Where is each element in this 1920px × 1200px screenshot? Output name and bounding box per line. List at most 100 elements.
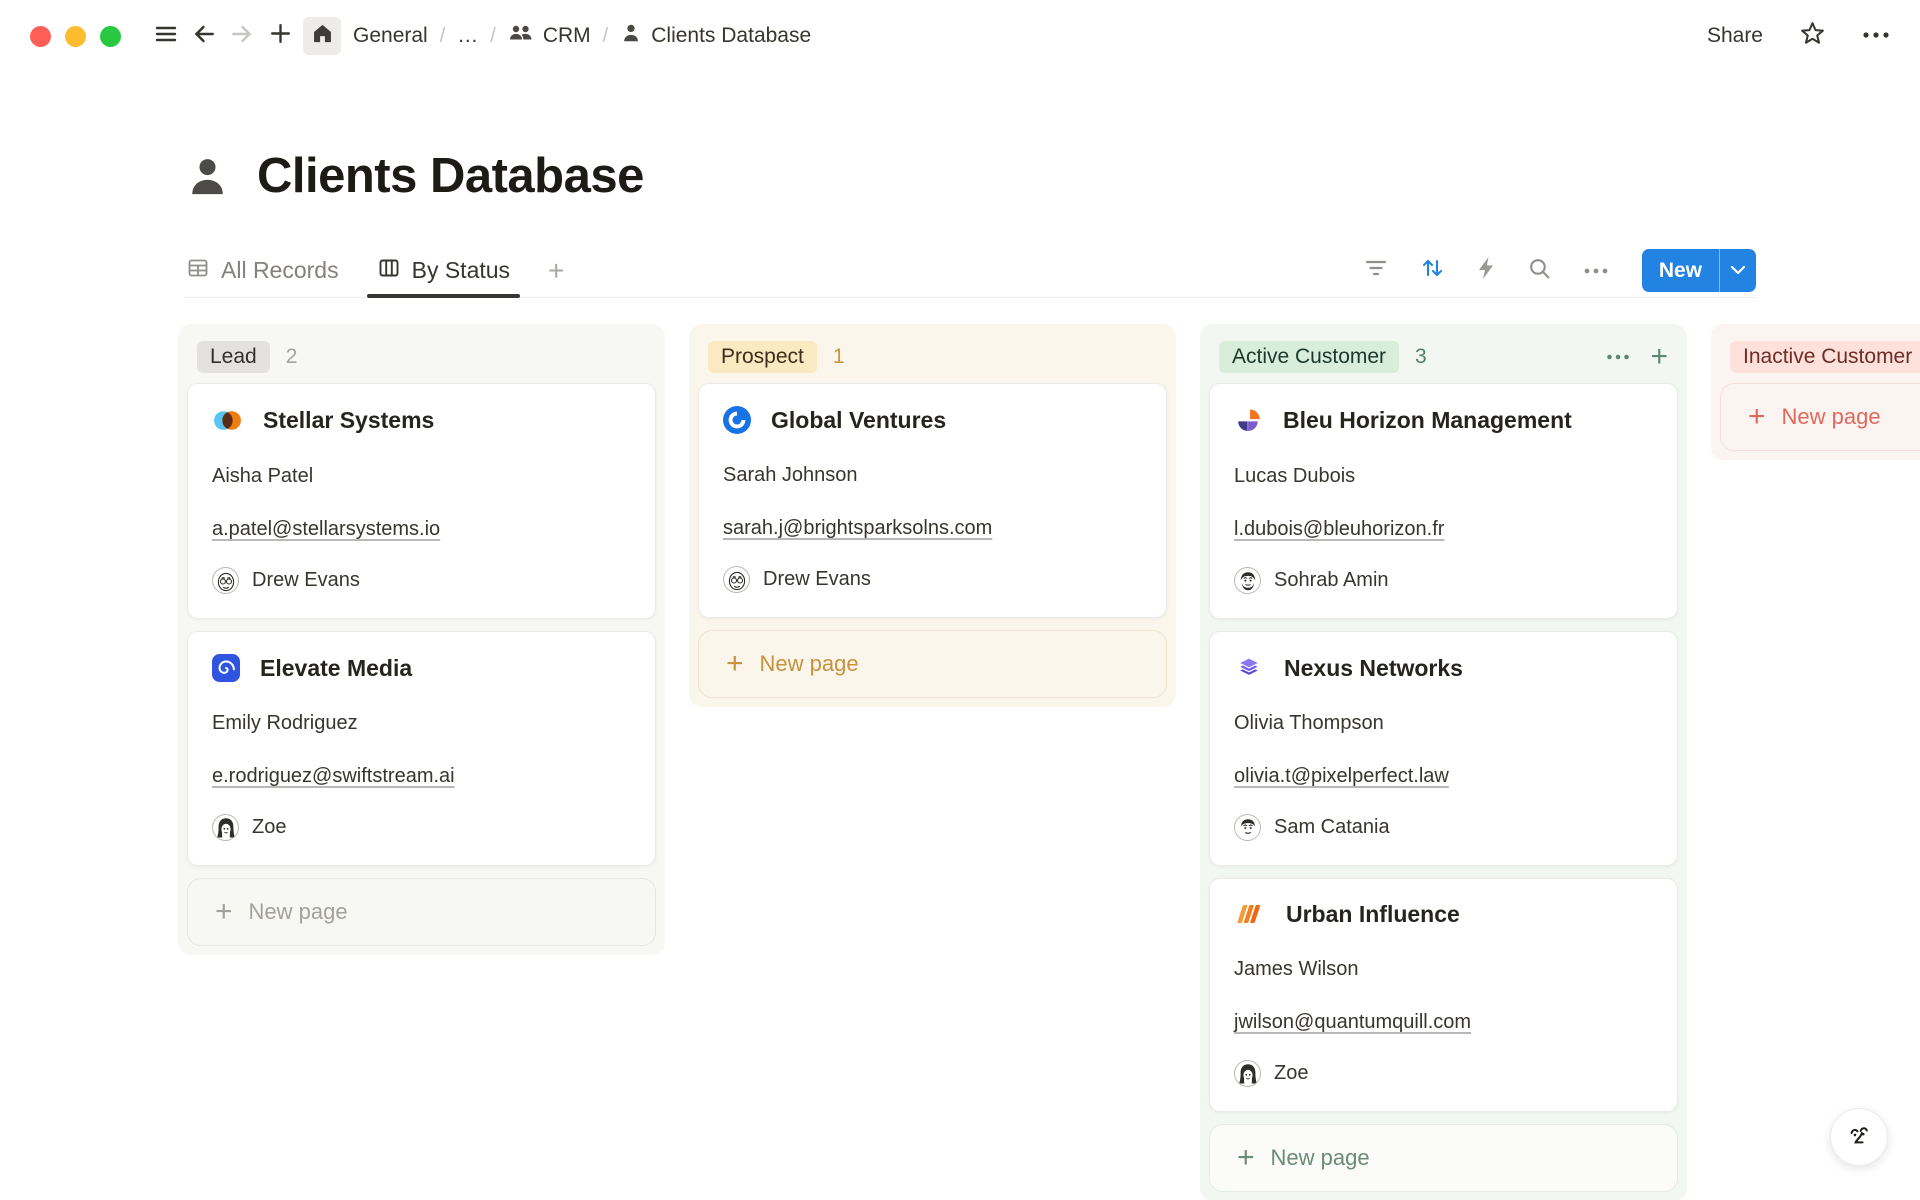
card-owner: Drew Evans: [212, 567, 631, 594]
tab-by-status[interactable]: By Status: [375, 244, 512, 297]
view-options-button[interactable]: [1583, 262, 1609, 280]
column-count: 2: [286, 345, 298, 369]
chevron-down-icon: [1730, 262, 1746, 280]
minimize-window-button[interactable]: [65, 26, 86, 47]
new-page-button-prospect[interactable]: + New page: [698, 630, 1167, 698]
page-title[interactable]: Clients Database: [257, 148, 644, 204]
person-icon: [620, 22, 642, 50]
card-owner: Sohrab Amin: [1234, 567, 1653, 594]
table-icon: [186, 256, 210, 286]
card-company-name: Global Ventures: [771, 407, 946, 434]
new-tab-button[interactable]: [261, 17, 299, 55]
notion-face-assistant-button[interactable]: [1830, 1108, 1888, 1166]
new-page-label: New page: [249, 899, 348, 925]
global-ventures-logo-icon: [723, 406, 751, 434]
card-owner: Sam Catania: [1234, 814, 1653, 841]
card-nexus-networks[interactable]: Nexus Networks Olivia Thompson olivia.t@…: [1209, 631, 1678, 866]
new-button-caret[interactable]: [1719, 249, 1756, 292]
home-button[interactable]: [303, 17, 341, 55]
add-view-button[interactable]: +: [548, 255, 564, 287]
plus-icon: +: [726, 649, 744, 679]
page-more-button[interactable]: [1862, 27, 1890, 45]
card-owner-name: Zoe: [1274, 1062, 1308, 1085]
breadcrumb-separator: /: [603, 25, 609, 48]
urban-influence-logo-icon: [1234, 902, 1266, 927]
card-stellar-systems[interactable]: Stellar Systems Aisha Patel a.patel@stel…: [187, 383, 656, 619]
plus-icon: [268, 21, 293, 51]
search-icon: [1527, 256, 1552, 286]
avatar-drew-evans: [723, 566, 750, 593]
status-badge-active-customer[interactable]: Active Customer: [1219, 341, 1399, 373]
home-icon: [311, 22, 334, 50]
breadcrumb-label: General: [353, 24, 428, 48]
hamburger-icon: [154, 22, 178, 51]
card-owner-name: Drew Evans: [252, 569, 360, 592]
column-header: Prospect 1: [698, 333, 1167, 383]
tab-all-records[interactable]: All Records: [184, 244, 341, 297]
breadcrumb-item-general[interactable]: General: [353, 24, 428, 48]
ellipsis-icon: [1583, 262, 1609, 280]
card-email-link[interactable]: e.rodriguez@swiftstream.ai: [212, 765, 631, 788]
card-bleu-horizon-management[interactable]: Bleu Horizon Management Lucas Dubois l.d…: [1209, 383, 1678, 619]
search-button[interactable]: [1527, 256, 1552, 286]
plus-icon: +: [1748, 402, 1766, 432]
card-company-name: Urban Influence: [1286, 901, 1460, 928]
new-page-button-inactive-customer[interactable]: + New page: [1720, 383, 1920, 451]
card-company-name: Stellar Systems: [263, 407, 434, 434]
tab-label: All Records: [221, 257, 339, 284]
back-button[interactable]: [185, 17, 223, 55]
card-owner: Zoe: [1234, 1060, 1653, 1087]
column-header: Inactive Customer: [1720, 333, 1920, 383]
breadcrumb-item-crm[interactable]: CRM: [508, 22, 591, 50]
card-owner: Drew Evans: [723, 566, 1142, 593]
favorite-button[interactable]: [1799, 20, 1826, 52]
avatar-zoe: [1234, 1060, 1261, 1087]
new-page-button-active-customer[interactable]: + New page: [1209, 1124, 1678, 1192]
arrow-right-icon: [229, 21, 255, 52]
card-elevate-media[interactable]: Elevate Media Emily Rodriguez e.rodrigue…: [187, 631, 656, 866]
avatar-drew-evans: [212, 567, 239, 594]
new-page-button-lead[interactable]: + New page: [187, 878, 656, 946]
breadcrumb-label: Clients Database: [651, 24, 811, 48]
status-badge-prospect[interactable]: Prospect: [708, 341, 817, 373]
card-urban-influence[interactable]: Urban Influence James Wilson jwilson@qua…: [1209, 878, 1678, 1112]
card-email-link[interactable]: jwilson@quantumquill.com: [1234, 1011, 1653, 1034]
breadcrumb-item-clients-database[interactable]: Clients Database: [620, 22, 811, 50]
sort-button[interactable]: [1419, 255, 1445, 286]
new-record-button[interactable]: New: [1642, 249, 1756, 292]
close-window-button[interactable]: [30, 26, 51, 47]
column-add-card-button[interactable]: +: [1650, 342, 1668, 372]
status-badge-inactive-customer[interactable]: Inactive Customer: [1730, 341, 1920, 373]
sidebar-menu-button[interactable]: [147, 17, 185, 55]
status-badge-lead[interactable]: Lead: [197, 341, 270, 373]
lightning-icon: [1476, 256, 1496, 285]
card-global-ventures[interactable]: Global Ventures Sarah Johnson sarah.j@br…: [698, 383, 1167, 618]
card-email-link[interactable]: a.patel@stellarsystems.io: [212, 518, 631, 541]
share-button[interactable]: Share: [1707, 24, 1763, 48]
column-more-button[interactable]: [1606, 348, 1630, 366]
forward-button[interactable]: [223, 17, 261, 55]
page-icon-person[interactable]: [184, 153, 231, 200]
breadcrumb-item-collapsed[interactable]: …: [457, 24, 478, 48]
zoom-window-button[interactable]: [100, 26, 121, 47]
card-email-link[interactable]: olivia.t@pixelperfect.law: [1234, 765, 1653, 788]
column-active-customer: Active Customer 3 + Bleu Horizon Managem…: [1200, 324, 1687, 1200]
board-icon: [377, 256, 401, 286]
team-icon: [508, 22, 534, 50]
plus-icon: +: [1237, 1143, 1255, 1173]
filter-button[interactable]: [1364, 258, 1388, 283]
plus-icon: +: [215, 897, 233, 927]
card-owner-name: Drew Evans: [763, 568, 871, 591]
card-contact-name: Sarah Johnson: [723, 464, 1142, 487]
tab-label: By Status: [412, 257, 510, 284]
card-email-link[interactable]: sarah.j@brightsparksolns.com: [723, 517, 1142, 540]
kanban-board: Lead 2 Stellar Systems Aisha Patel a.pat…: [178, 324, 1920, 1200]
ellipsis-icon: [1606, 348, 1630, 366]
card-email-link[interactable]: l.dubois@bleuhorizon.fr: [1234, 518, 1653, 541]
automations-button[interactable]: [1476, 256, 1496, 285]
ellipsis-icon: [1862, 27, 1890, 45]
card-contact-name: Lucas Dubois: [1234, 465, 1653, 488]
sort-arrows-icon: [1419, 255, 1445, 286]
breadcrumb-separator: /: [440, 25, 446, 48]
window-titlebar: General / … / CRM / Clients Database Sha…: [0, 0, 1920, 72]
